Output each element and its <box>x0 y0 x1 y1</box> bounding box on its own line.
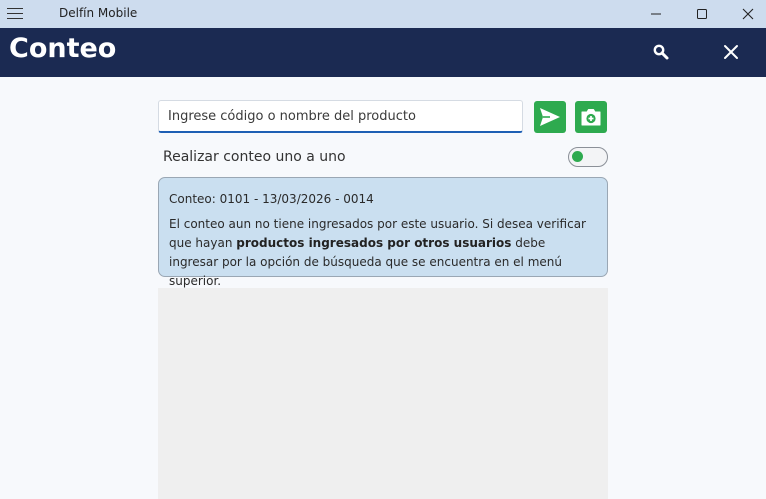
product-list-panel <box>158 288 608 499</box>
info-card: Conteo: 0101 - 13/03/2026 - 0014 El cont… <box>158 177 608 288</box>
minimize-icon <box>651 13 661 15</box>
minimize-button[interactable] <box>633 0 679 28</box>
submit-button[interactable] <box>534 101 566 133</box>
header-search-button[interactable] <box>650 41 672 63</box>
toggle-label: Realizar conteo uno a uno <box>163 149 346 165</box>
one-by-one-toggle[interactable] <box>568 147 608 167</box>
info-message: El conteo aun no tiene ingresados por es… <box>169 215 597 291</box>
close-icon <box>724 45 738 59</box>
product-search-input[interactable] <box>158 100 523 133</box>
toggle-knob <box>572 151 583 162</box>
app-header: Conteo <box>0 28 766 77</box>
send-icon <box>540 108 560 126</box>
title-bar: Delfín Mobile <box>0 0 766 28</box>
hamburger-menu-icon[interactable] <box>7 7 23 20</box>
page-title: Conteo <box>9 33 117 64</box>
window-close-button[interactable] <box>725 0 766 28</box>
info-text-bold: productos ingresados por otros usuarios <box>236 236 512 250</box>
maximize-button[interactable] <box>679 0 725 28</box>
window-title: Delfín Mobile <box>59 6 138 20</box>
header-close-button[interactable] <box>720 41 742 63</box>
close-icon <box>742 8 754 20</box>
camera-scan-button[interactable] <box>575 101 607 133</box>
maximize-icon <box>697 9 707 19</box>
search-icon <box>653 44 669 60</box>
camera-icon <box>581 109 601 126</box>
count-heading: Conteo: 0101 - 13/03/2026 - 0014 <box>169 192 374 206</box>
